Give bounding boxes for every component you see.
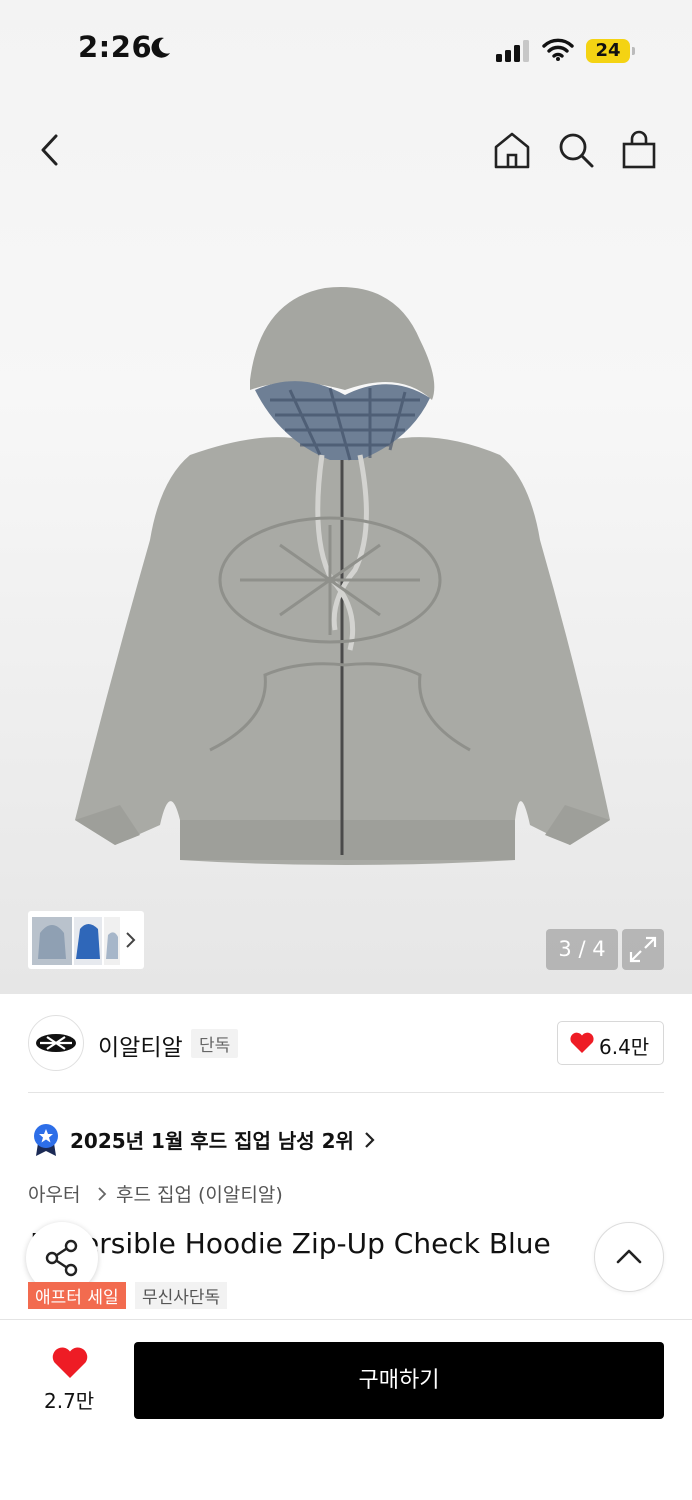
status-time: 2:26 [78,30,153,64]
scroll-top-button[interactable] [594,1222,664,1292]
breadcrumb-item-outer[interactable]: 아우터 [28,1180,80,1207]
search-icon[interactable] [556,130,596,170]
exclusive-tag: 무신사단독 [135,1282,228,1309]
heart-icon [570,1032,594,1053]
back-icon[interactable] [38,132,62,168]
exclusive-badge: 단독 [191,1029,239,1058]
divider [0,1319,692,1320]
breadcrumb-item-hood-zipup[interactable]: 후드 집업 (이알티알) [116,1180,283,1207]
breadcrumb-chevron-icon [98,1187,107,1201]
chevron-right-icon[interactable] [363,1130,377,1150]
brand-like-button[interactable]: 6.4만 [557,1021,664,1065]
wifi-icon [542,38,574,61]
brand-logo[interactable] [28,1015,84,1071]
thumbnail-images[interactable] [28,911,144,969]
ranking-badge-icon [34,1124,58,1156]
home-icon[interactable] [492,130,532,170]
expand-button[interactable] [622,929,664,970]
image-thumbnails[interactable] [28,911,144,969]
sale-tag: 애프터 세일 [28,1282,126,1309]
expand-icon [629,936,657,963]
battery-indicator: 24 [586,39,630,63]
buy-button[interactable]: 구매하기 [134,1342,664,1419]
favorite-count: 2.7만 [44,1389,95,1413]
divider [28,1092,664,1093]
signal-icon [496,40,529,62]
chevron-up-icon [616,1249,642,1264]
shopping-bag-icon[interactable] [620,130,658,170]
brand-like-count: 6.4만 [599,1035,650,1059]
image-counter: 3 / 4 [546,929,618,970]
brand-name[interactable]: 이알티알 [98,1028,183,1062]
brand-logo-mark [36,1034,76,1052]
product-image[interactable] [60,280,630,880]
moon-icon [151,37,170,58]
product-title: Reversible Hoodie Zip-Up Check Blue [30,1227,551,1260]
ranking-text[interactable]: 2025년 1월 후드 집업 남성 2위 [70,1125,354,1154]
battery-tip [632,47,635,55]
heart-icon[interactable] [51,1347,89,1379]
